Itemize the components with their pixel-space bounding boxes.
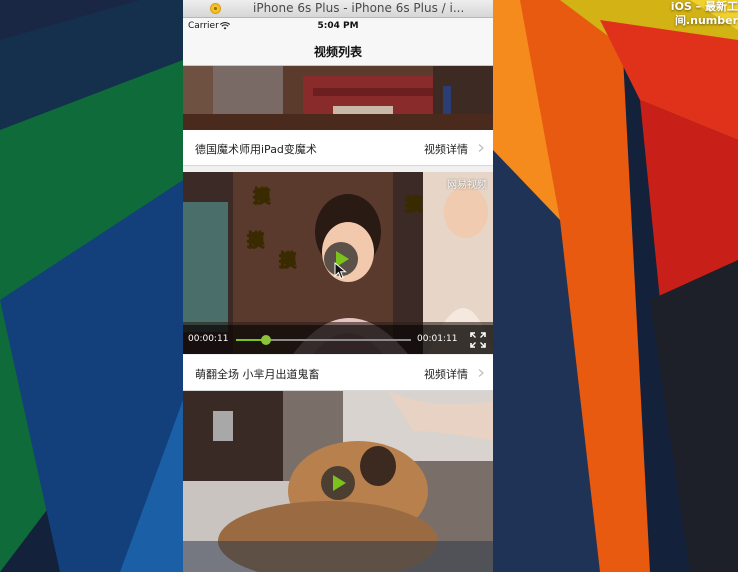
total-time: 00:01:11 [417, 334, 458, 344]
page-title: 视频列表 [313, 45, 362, 59]
window-title: iPhone 6s Plus - iPhone 6s Plus / i... [253, 1, 465, 15]
video-thumbnail[interactable] [183, 391, 493, 572]
fullscreen-icon[interactable] [470, 332, 486, 348]
sticker-text: 摸 [405, 195, 423, 216]
desktop-notification[interactable]: iOS – 最新工 间.number [638, 0, 738, 28]
progress-slider[interactable] [236, 335, 411, 345]
video-watermark: 网易视频 [447, 180, 487, 191]
minimize-button[interactable] [210, 3, 221, 14]
video-list-row[interactable]: 德国魔术师用iPad变魔术 视频详情 [183, 130, 493, 166]
sticker-text: 摸 [247, 231, 265, 252]
simulator-window: iPhone 6s Plus - iPhone 6s Plus / i... C… [183, 0, 493, 572]
play-button[interactable] [321, 466, 355, 500]
video-list[interactable]: 德国魔术师用iPad变魔术 视频详情 网易视频 摸 摸 摸 摸 00:00:11… [183, 66, 493, 572]
video-detail-link[interactable]: 视频详情 [424, 366, 468, 382]
notification-line-1: iOS – 最新工 [670, 0, 738, 13]
video-list-row[interactable]: 萌翻全场 小芈月出道鬼畜 视频详情 [183, 355, 493, 391]
video-title: 萌翻全场 小芈月出道鬼畜 [195, 368, 320, 381]
sticker-text: 摸 [279, 251, 297, 272]
progress-thumb[interactable] [260, 335, 271, 345]
mouse-cursor-icon [334, 262, 347, 280]
video-frame-image [183, 66, 493, 130]
chevron-right-icon [478, 144, 484, 152]
play-icon [333, 475, 346, 491]
sticker-text: 摸 [253, 187, 271, 208]
chevron-right-icon [478, 369, 484, 377]
video-detail-link[interactable]: 视频详情 [424, 141, 468, 157]
navigation-bar: 视频列表 [183, 36, 493, 66]
current-time: 00:00:11 [188, 334, 229, 344]
video-player[interactable]: 网易视频 摸 摸 摸 摸 00:00:11 00:01:11 [183, 172, 493, 354]
status-bar: Carrier 5:04 PM [183, 18, 493, 36]
video-thumbnail[interactable] [183, 66, 493, 130]
status-time: 5:04 PM [317, 21, 359, 31]
video-title: 德国魔术师用iPad变魔术 [195, 143, 317, 156]
window-titlebar[interactable]: iPhone 6s Plus - iPhone 6s Plus / i... [183, 0, 493, 18]
notification-line-2: 间.number [674, 14, 738, 27]
player-controls: 00:00:11 00:01:11 [183, 325, 493, 354]
